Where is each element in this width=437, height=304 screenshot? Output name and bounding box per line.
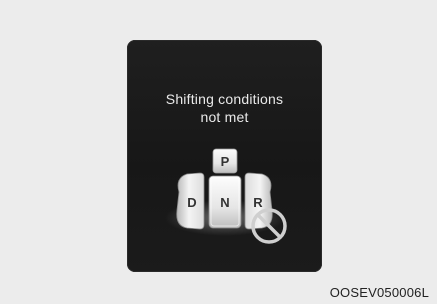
reverse-button[interactable]: R: [244, 172, 273, 230]
figure-code-caption: OOSEV050006L: [329, 285, 429, 300]
park-label: P: [221, 154, 230, 169]
reverse-label: R: [253, 195, 263, 210]
neutral-label: N: [220, 195, 229, 210]
park-button[interactable]: P: [212, 148, 238, 174]
gear-shifter-graphic: D R P N: [127, 40, 322, 272]
warning-display-panel: Shifting conditions not met D R P N: [127, 40, 322, 272]
drive-button[interactable]: D: [176, 172, 205, 230]
neutral-button[interactable]: N: [208, 175, 242, 229]
drive-label: D: [187, 195, 196, 210]
